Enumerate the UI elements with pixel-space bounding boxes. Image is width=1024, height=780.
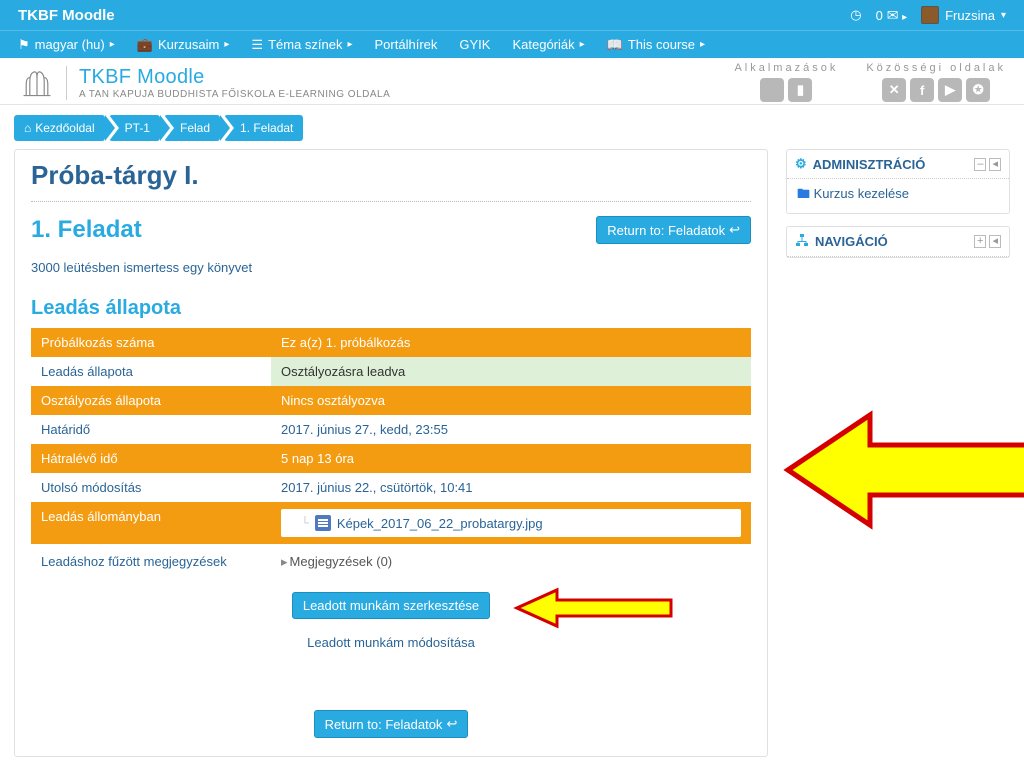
row-last-modified: Utolsó módosítás 2017. június 22., csütö… bbox=[31, 473, 751, 502]
sitemap-icon bbox=[795, 233, 809, 250]
annotation-arrow-small bbox=[511, 586, 681, 630]
menu-news[interactable]: Portálhírek bbox=[375, 37, 438, 52]
image-file-icon bbox=[315, 515, 331, 531]
block-dock-icon[interactable]: ◂ bbox=[989, 235, 1001, 248]
home-icon: ⌂ bbox=[24, 121, 31, 135]
annotation-arrow-large bbox=[780, 405, 1024, 535]
topbar: TKBF Moodle ◷ 0 ✉ ▸ Fruzsina ▾ bbox=[0, 0, 1024, 30]
banner-title: TKBF Moodle bbox=[79, 66, 390, 89]
block-dock-icon[interactable]: ◂ bbox=[989, 158, 1001, 171]
block-admin-title: ADMINISZTRÁCIÓ bbox=[813, 157, 926, 172]
main-content: Próba-tárgy I. 1. Feladat Return to: Fel… bbox=[14, 149, 768, 757]
list-icon: ☰ bbox=[251, 37, 263, 53]
banner: TKBF Moodle A TAN KAPUJA BUDDHISTA FŐISK… bbox=[0, 58, 1024, 105]
submitted-file-name: Képek_2017_06_22_probatargy.jpg bbox=[337, 516, 543, 531]
menu-thiscourse[interactable]: 📖This course▸ bbox=[607, 37, 705, 53]
clock-icon[interactable]: ◷ bbox=[850, 7, 861, 23]
block-collapse-icon[interactable]: – bbox=[974, 158, 986, 171]
row-attempt: Próbálkozás száma Ez a(z) 1. próbálkozás bbox=[31, 328, 751, 357]
return-icon: ↩ bbox=[729, 222, 740, 238]
book-icon: 📖 bbox=[607, 37, 623, 53]
submission-status-table: Próbálkozás száma Ez a(z) 1. próbálkozás… bbox=[31, 328, 751, 544]
flag-icon: ⚑ bbox=[18, 37, 30, 53]
block-nav-title: NAVIGÁCIÓ bbox=[815, 234, 888, 249]
block-administration: ⚙ ADMINISZTRÁCIÓ –◂ 🖿 Kurzus kezelése bbox=[786, 149, 1010, 214]
menu-themes[interactable]: ☰Téma színek▸ bbox=[251, 37, 352, 53]
chevron-down-icon: ▾ bbox=[1001, 10, 1006, 21]
row-file-submission: Leadás állományban └ Képek_2017_06_22_pr… bbox=[31, 502, 751, 544]
breadcrumb-course[interactable]: PT-1 bbox=[109, 115, 160, 141]
comments-toggle[interactable]: ▸Megjegyzések (0) bbox=[281, 554, 392, 570]
edit-subtext: Leadott munkám módosítása bbox=[31, 635, 751, 650]
apps-group: Alkalmazások ▮ bbox=[734, 62, 838, 102]
banner-subtitle: A TAN KAPUJA BUDDHISTA FŐISKOLA E-LEARNI… bbox=[79, 89, 390, 100]
social-label: Közösségi oldalak bbox=[866, 62, 1006, 74]
edit-submission-button[interactable]: Leadott munkám szerkesztése bbox=[292, 592, 490, 619]
user-name: Fruzsina bbox=[945, 8, 995, 23]
folder-icon: 🖿 bbox=[797, 186, 814, 201]
avatar bbox=[921, 6, 939, 24]
block-navigation: NAVIGÁCIÓ +◂ bbox=[786, 226, 1010, 258]
main-menu: ⚑magyar (hu)▸ 💼Kurzusaim▸ ☰Téma színek▸ … bbox=[0, 30, 1024, 58]
user-menu[interactable]: Fruzsina ▾ bbox=[921, 6, 1006, 24]
row-comments: Leadáshoz fűzött megjegyzések ▸Megjegyzé… bbox=[31, 544, 751, 580]
youtube-icon[interactable]: ▶ bbox=[938, 78, 962, 102]
assignment-title: 1. Feladat bbox=[31, 216, 142, 244]
menu-language[interactable]: ⚑magyar (hu)▸ bbox=[18, 37, 115, 53]
android-icon[interactable]: ▮ bbox=[788, 78, 812, 102]
globe-icon[interactable]: ✪ bbox=[966, 78, 990, 102]
briefcase-icon: 💼 bbox=[137, 37, 153, 53]
breadcrumb: ⌂Kezdőoldal PT-1 Felad 1. Feladat bbox=[0, 105, 1024, 149]
site-logo-icon bbox=[18, 64, 56, 102]
facebook-icon[interactable]: f bbox=[910, 78, 934, 102]
messages-indicator[interactable]: 0 ✉ ▸ bbox=[876, 7, 908, 24]
breadcrumb-section[interactable]: Felad bbox=[164, 115, 220, 141]
block-expand-icon[interactable]: + bbox=[974, 235, 986, 248]
tree-branch-icon: └ bbox=[301, 516, 309, 531]
comments-label: Leadáshoz fűzött megjegyzések bbox=[41, 554, 281, 570]
chevron-right-icon: ▸ bbox=[902, 12, 907, 23]
envelope-icon: ✉ bbox=[883, 7, 899, 23]
apple-icon[interactable] bbox=[760, 78, 784, 102]
return-button-top[interactable]: Return to: Feladatok↩ bbox=[596, 216, 751, 244]
menu-categories[interactable]: Kategóriák▸ bbox=[512, 37, 584, 52]
status-heading: Leadás állapota bbox=[31, 297, 751, 320]
assignment-description: 3000 leütésben ismertess egy könyvet bbox=[31, 260, 751, 275]
row-time-remaining: Hátralévő idő 5 nap 13 óra bbox=[31, 444, 751, 473]
site-brand[interactable]: TKBF Moodle bbox=[18, 7, 115, 24]
return-button-bottom[interactable]: Return to: Feladatok↩ bbox=[314, 710, 469, 738]
menu-courses[interactable]: 💼Kurzusaim▸ bbox=[137, 37, 230, 53]
admin-course-manage[interactable]: 🖿 Kurzus kezelése bbox=[797, 186, 909, 201]
breadcrumb-home[interactable]: ⌂Kezdőoldal bbox=[14, 115, 105, 141]
row-grading-status: Osztályozás állapota Nincs osztályozva bbox=[31, 386, 751, 415]
submitted-file[interactable]: └ Képek_2017_06_22_probatargy.jpg bbox=[281, 509, 741, 537]
breadcrumb-item[interactable]: 1. Feladat bbox=[224, 115, 303, 141]
row-due-date: Határidő 2017. június 27., kedd, 23:55 bbox=[31, 415, 751, 444]
course-title: Próba-tárgy I. bbox=[31, 160, 751, 191]
gear-icon: ⚙ bbox=[795, 156, 807, 172]
menu-faq[interactable]: GYIK bbox=[459, 37, 490, 52]
social-group: Közösségi oldalak ✕ f ▶ ✪ bbox=[866, 62, 1006, 102]
twitter-icon[interactable]: ✕ bbox=[882, 78, 906, 102]
caret-right-icon: ▸ bbox=[281, 554, 288, 569]
return-icon: ↩ bbox=[446, 716, 457, 732]
row-submission-status: Leadás állapota Osztályozásra leadva bbox=[31, 357, 751, 386]
apps-label: Alkalmazások bbox=[734, 62, 838, 74]
